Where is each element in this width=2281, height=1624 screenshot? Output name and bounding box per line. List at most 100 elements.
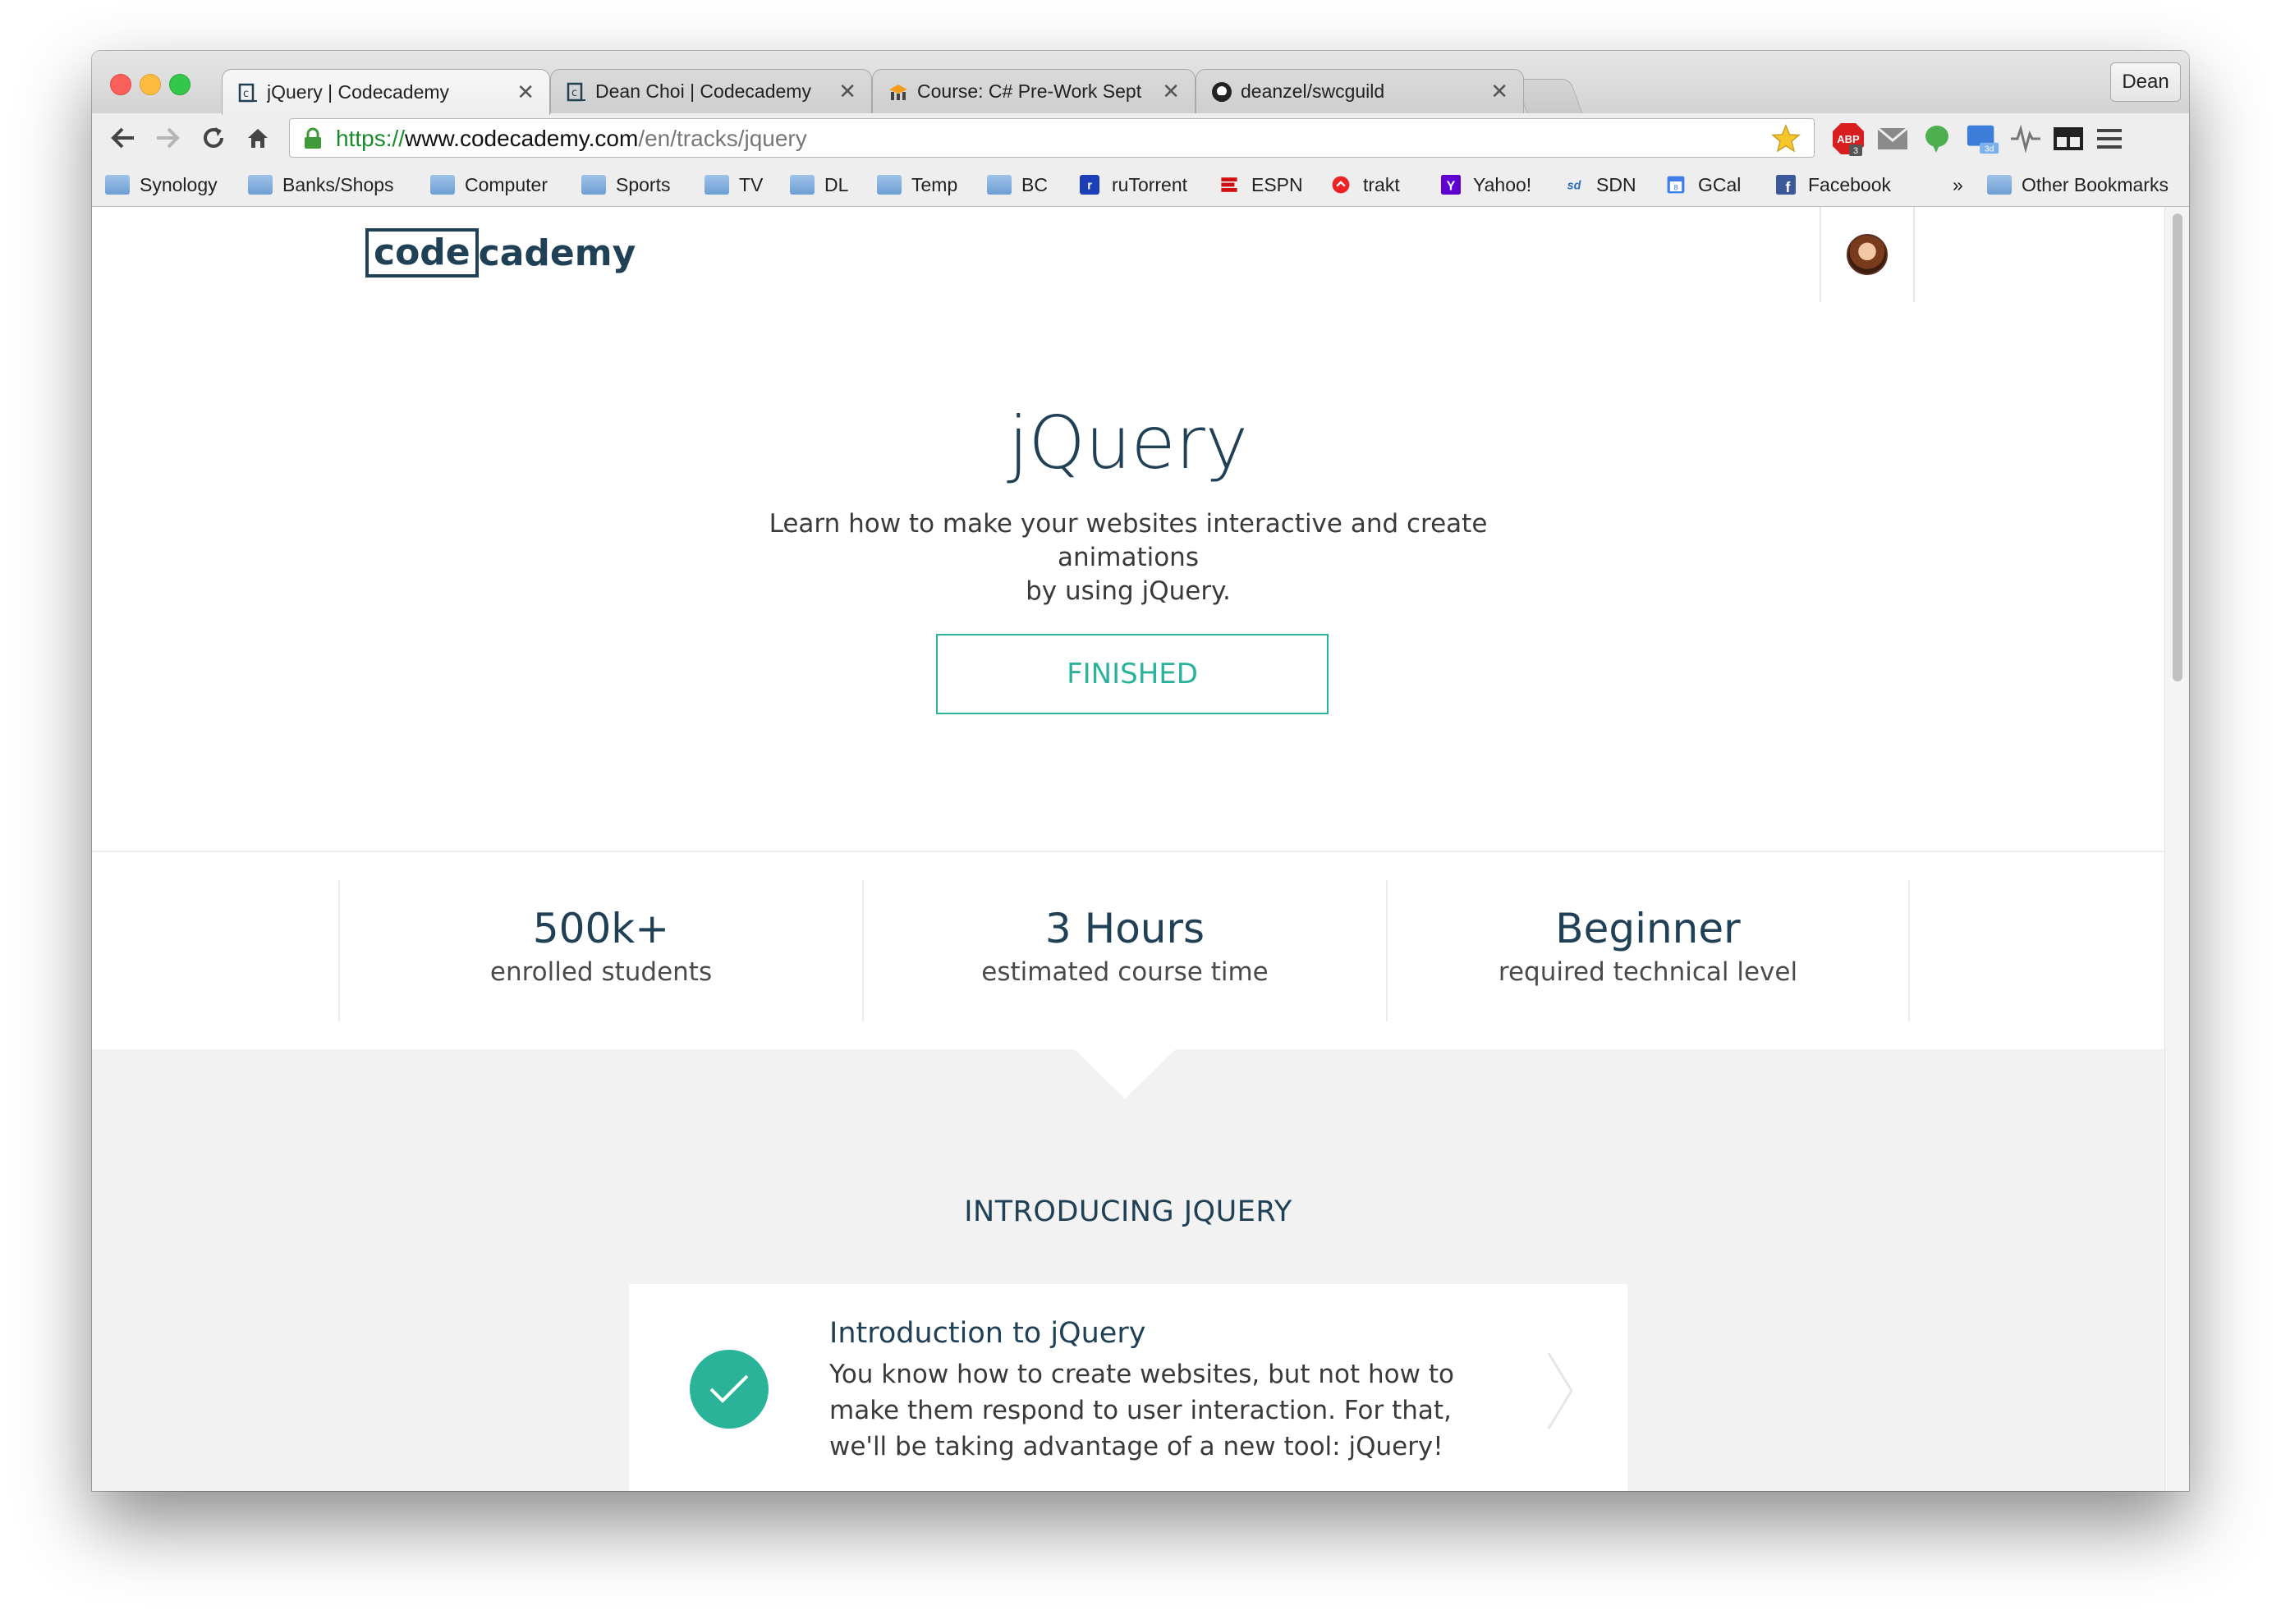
tab-jquery[interactable]: c jQuery | Codecademy ✕ [222,69,550,115]
address-bar[interactable]: https://www.codecademy.com/en/tracks/jqu… [289,118,1815,158]
zoom-window-button[interactable] [169,74,190,95]
tab-close-button[interactable]: ✕ [516,80,535,105]
bookmark-synology[interactable]: Synology [105,171,218,199]
bookmark-label: ESPN [1251,173,1303,195]
evernote-icon[interactable] [1920,122,1954,156]
bookmark-facebook[interactable]: f Facebook [1774,171,1891,199]
profile-button[interactable]: Dean [2110,62,2181,102]
forward-arrow-icon [157,127,180,149]
close-window-button[interactable] [110,74,131,95]
bookmark-rutorrent[interactable]: r ruTorrent [1077,171,1187,199]
minimize-window-button[interactable] [140,74,161,95]
bookmark-label: Sports [616,173,671,195]
tab-close-button[interactable]: ✕ [1490,79,1508,104]
site-header: code cademy [92,207,2164,304]
bookmark-banks-shops[interactable]: Banks/Shops [248,171,394,199]
adblock-badge: 3 [1853,146,1858,156]
stat-value: 500k+ [532,905,670,952]
lesson-title: Introduction to jQuery [829,1317,1146,1350]
url-path: /en/tracks/jquery [638,126,807,151]
bookmark-dl[interactable]: DL [790,171,848,199]
bookmark-temp[interactable]: Temp [877,171,957,199]
bookmark-sports[interactable]: Sports [581,171,670,199]
forward-button[interactable] [151,122,184,154]
other-bookmarks[interactable]: Other Bookmarks [1987,171,2169,199]
chevron-right-icon[interactable] [1544,1350,1577,1432]
bookmark-label: Banks/Shops [282,173,394,195]
svg-text:sd: sd [1567,180,1582,193]
folder-icon [1987,175,2012,195]
tab-title: jQuery | Codecademy [267,81,450,103]
section-notch [1074,1049,1176,1099]
bookmark-label: Temp [911,173,958,195]
bookmark-label: TV [739,173,764,195]
url-text: https://www.codecademy.com/en/tracks/jqu… [336,126,807,152]
bookmark-trakt[interactable]: trakt [1329,171,1400,199]
bookmark-bc[interactable]: BC [987,171,1048,199]
bookmark-star-icon[interactable] [1771,124,1801,154]
bookmark-sdn[interactable]: sd SDN [1562,171,1636,199]
browser-window: c jQuery | Codecademy ✕ c Dean Choi | Co… [92,51,2189,1491]
home-button[interactable] [241,122,274,154]
svg-text:f: f [1785,179,1790,195]
stat-label: required technical level [1498,957,1798,987]
bookmark-label: trakt [1363,173,1400,195]
tab-close-button[interactable]: ✕ [838,79,856,104]
bookmark-computer[interactable]: Computer [430,171,548,199]
avatar[interactable] [1847,234,1888,275]
new-tab-button[interactable] [1514,79,1583,114]
mail-icon[interactable] [1875,122,1910,156]
toolbar: https://www.codecademy.com/en/tracks/jqu… [92,113,2189,163]
codecademy-icon: c [237,82,259,103]
page-content: code cademy jQuery Learn how to make your… [92,207,2189,1491]
tab-csharp-course[interactable]: Course: C# Pre-Work Sept ✕ [872,69,1196,113]
bookmark-label: SDN [1596,173,1636,195]
bookmark-label: Synology [140,173,218,195]
bookmark-gcal[interactable]: 8 GCal [1664,171,1741,199]
screen-capture-icon[interactable]: 3d [1966,122,2000,156]
svg-text:r: r [1087,180,1092,193]
pulse-icon[interactable] [2008,122,2043,156]
description-line: by using jQuery. [1026,576,1231,606]
codecademy-logo[interactable]: code cademy [365,227,636,278]
logo-rest-text: cademy [478,232,636,274]
facebook-icon: f [1776,175,1796,195]
tab-github[interactable]: deanzel/swcguild ✕ [1196,69,1524,113]
bookmark-yahoo[interactable]: Y Yahoo! [1439,171,1531,199]
bookmark-label: GCal [1698,173,1742,195]
tab-dean-choi[interactable]: c Dean Choi | Codecademy ✕ [550,69,872,113]
bookmark-label: Facebook [1808,173,1892,195]
description-line: Learn how to make your websites interact… [769,509,1488,572]
adblock-plus-icon[interactable]: ABP 3 [1831,122,1866,156]
logo-boxed-text: code [365,228,479,278]
finished-button[interactable]: FINISHED [936,634,1329,714]
trakt-icon [1332,176,1350,194]
folder-icon [105,175,130,195]
chrome-menu-icon[interactable] [2092,122,2127,156]
stat-label: estimated course time [981,957,1269,987]
url-host: www.codecademy.com [405,126,639,151]
bookmark-label: Computer [465,173,548,195]
tab-strip: c jQuery | Codecademy ✕ c Dean Choi | Co… [92,51,2189,115]
folder-icon [987,175,1012,195]
scrollbar[interactable] [2164,207,2189,1491]
tab-close-button[interactable]: ✕ [1162,79,1180,104]
bookmark-espn[interactable]: ESPN [1217,171,1303,199]
svg-text:Y: Y [1447,179,1456,193]
section-title: INTRODUCING JQUERY [964,1195,1292,1228]
espn-icon [1221,177,1237,192]
scrollbar-thumb[interactable] [2173,213,2182,681]
gcal-day: 8 [1673,183,1677,192]
bookmark-label: ruTorrent [1112,173,1188,195]
lesson-description: You know how to create websites, but not… [829,1360,1454,1461]
bookmark-tv[interactable]: TV [704,171,763,199]
stat-course-time: 3 Hours estimated course time [862,880,1386,1021]
bookmarks-overflow-button[interactable]: » [1953,171,1963,199]
reload-button[interactable] [197,122,230,154]
back-button[interactable] [107,122,140,154]
user-menu[interactable] [1820,207,1915,302]
reader-icon[interactable] [2051,122,2086,156]
tab-title: deanzel/swcguild [1241,80,1385,102]
bookmark-label: BC [1021,173,1048,195]
lesson-card[interactable]: Introduction to jQuery You know how to c… [629,1284,1627,1491]
